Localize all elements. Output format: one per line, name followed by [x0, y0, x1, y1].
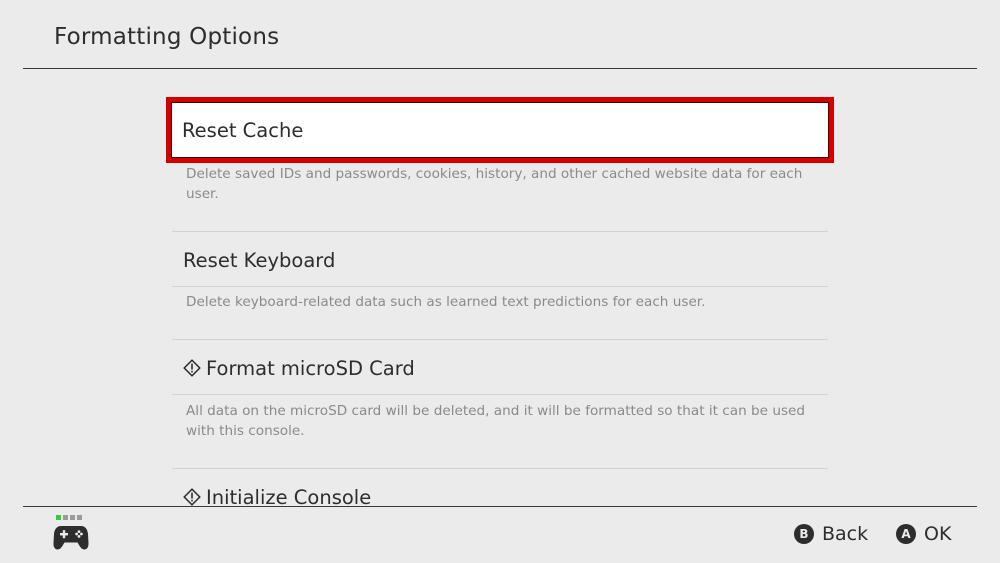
back-label: Back: [822, 523, 869, 545]
a-button-icon: A: [896, 524, 916, 544]
page-title: Formatting Options: [54, 24, 280, 50]
warning-icon: [183, 359, 201, 377]
option-label: Format microSD Card: [206, 356, 415, 380]
option-description: Delete saved IDs and passwords, cookies,…: [186, 166, 803, 202]
player-dot: [77, 515, 82, 520]
options-scroll-area[interactable]: Reset Cache Delete saved IDs and passwor…: [0, 69, 1000, 506]
option-initialize-console[interactable]: Initialize Console: [172, 472, 828, 506]
option-label: Initialize Console: [206, 485, 372, 507]
gamepad-icon: [53, 526, 89, 550]
player-indicator: [56, 515, 82, 520]
option-reset-keyboard[interactable]: Reset Keyboard: [172, 235, 828, 285]
option-label: Reset Keyboard: [183, 248, 336, 272]
option-reset-cache[interactable]: Reset Cache: [166, 97, 834, 163]
option-description: Delete keyboard-related data such as lea…: [186, 294, 706, 310]
option-label: Reset Cache: [182, 118, 304, 142]
b-button-icon: B: [794, 524, 814, 544]
player-dot: [56, 515, 61, 520]
player-dot: [63, 515, 68, 520]
option-reset-cache-box: Reset Cache: [171, 102, 829, 158]
option-divider: [172, 339, 828, 340]
warning-icon: [183, 488, 201, 506]
controller-status[interactable]: [53, 515, 93, 555]
footer-bar: B Back A OK: [0, 507, 1000, 563]
option-divider: [172, 394, 828, 395]
option-divider: [172, 286, 828, 287]
option-divider: [172, 231, 828, 232]
option-divider: [172, 468, 828, 469]
player-dot: [70, 515, 75, 520]
ok-button[interactable]: A OK: [896, 523, 951, 545]
back-button[interactable]: B Back: [794, 523, 868, 545]
ok-label: OK: [924, 523, 952, 545]
option-description: All data on the microSD card will be del…: [186, 403, 806, 439]
option-format-microsd[interactable]: Format microSD Card: [172, 343, 828, 393]
settings-screen: Formatting Options Reset Cache Delete sa…: [0, 0, 1000, 563]
